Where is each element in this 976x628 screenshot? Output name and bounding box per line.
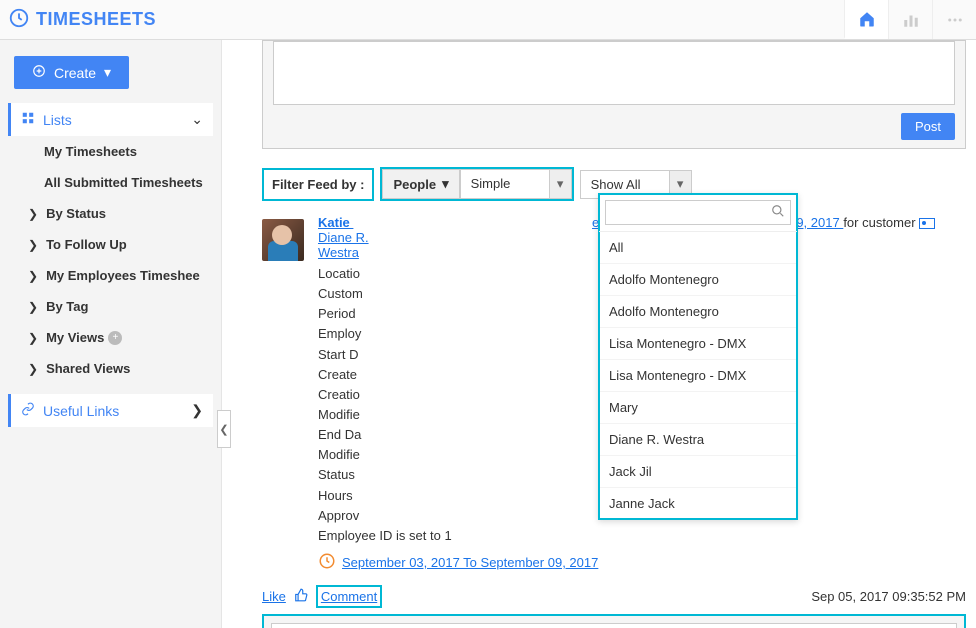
sidebar-item-to-follow-up[interactable]: ❯ To Follow Up bbox=[8, 229, 213, 260]
dropdown-option[interactable]: Lisa Montenegro - DMX bbox=[599, 328, 797, 360]
post-box: Post bbox=[262, 40, 966, 149]
create-label: Create bbox=[54, 65, 96, 81]
chevron-right-icon: ❯ bbox=[28, 300, 38, 314]
sidebar-item-label: To Follow Up bbox=[46, 237, 127, 252]
sidebar-item-my-views[interactable]: ❯ My Views + bbox=[8, 322, 213, 353]
dropdown-search-input[interactable] bbox=[605, 200, 791, 225]
simple-dropdown: Simple ▾ bbox=[460, 169, 572, 199]
simple-dropdown-arrow[interactable]: ▾ bbox=[550, 169, 572, 199]
avatar[interactable] bbox=[262, 219, 304, 261]
chevron-down-icon: ⌄ bbox=[191, 111, 203, 128]
highlight-people-dropdown: People ▾ Simple ▾ bbox=[380, 167, 573, 201]
search-icon[interactable] bbox=[771, 204, 785, 221]
dropdown-search-wrap bbox=[599, 194, 797, 232]
for-customer-text: for customer bbox=[843, 215, 915, 230]
caret-down-icon: ▾ bbox=[442, 176, 449, 192]
sidebar-item-label: Shared Views bbox=[46, 361, 130, 376]
home-icon[interactable] bbox=[844, 0, 888, 39]
chevron-right-icon: ❯ bbox=[28, 331, 38, 345]
chevron-right-icon: ❯ bbox=[28, 238, 38, 252]
post-textarea[interactable] bbox=[273, 41, 955, 105]
sidebar-item-shared-views[interactable]: ❯ Shared Views bbox=[8, 353, 213, 384]
timestamp: Sep 05, 2017 09:35:52 PM bbox=[811, 589, 966, 604]
main: Post Filter Feed by : People ▾ Simple ▾ … bbox=[222, 40, 976, 628]
like-link[interactable]: Like bbox=[262, 589, 286, 604]
detail-row: Employee ID is set to 1 bbox=[318, 526, 966, 546]
comment-input[interactable]: Write a comment bbox=[271, 623, 957, 628]
attachment-link[interactable]: September 03, 2017 To September 09, 2017 bbox=[342, 555, 598, 570]
dropdown-option[interactable]: All bbox=[599, 232, 797, 264]
useful-links-header[interactable]: Useful Links ❯ bbox=[8, 394, 213, 427]
highlight-filter-label: Filter Feed by : bbox=[262, 168, 374, 201]
create-button[interactable]: Create ▾ bbox=[14, 56, 129, 89]
dropdown-option[interactable]: Lisa Montenegro - DMX bbox=[599, 360, 797, 392]
dropdown-option[interactable]: Adolfo Montenegro bbox=[599, 296, 797, 328]
sidebar-item-label: My Timesheets bbox=[44, 144, 137, 159]
chevron-right-icon: ❯ bbox=[28, 362, 38, 376]
chevron-right-icon: ❯ bbox=[191, 402, 203, 419]
dropdown-option[interactable]: Janne Jack bbox=[599, 488, 797, 519]
topbar: TIMESHEETS bbox=[0, 0, 976, 40]
post-button-row: Post bbox=[263, 105, 965, 140]
chevron-right-icon: ❯ bbox=[28, 207, 38, 221]
sidebar-item-label: All Submitted Timesheets bbox=[44, 175, 203, 190]
comment-link[interactable]: Comment bbox=[318, 587, 380, 606]
plus-badge-icon[interactable]: + bbox=[108, 331, 122, 345]
sidebar-item-all-submitted[interactable]: All Submitted Timesheets bbox=[8, 167, 213, 198]
highlight-comment: Comment bbox=[316, 585, 382, 608]
author-link[interactable]: Katie bbox=[318, 215, 353, 230]
people-label: People bbox=[393, 177, 436, 192]
sidebar-item-label: By Tag bbox=[46, 299, 88, 314]
sidebar-item-label: By Status bbox=[46, 206, 106, 221]
people-dropdown-panel: All Adolfo Montenegro Adolfo Montenegro … bbox=[598, 193, 798, 520]
useful-links-label: Useful Links bbox=[43, 403, 119, 419]
sidebar-item-my-timesheets[interactable]: My Timesheets bbox=[8, 136, 213, 167]
dropdown-option[interactable]: Diane R. Westra bbox=[599, 424, 797, 456]
post-button[interactable]: Post bbox=[901, 113, 955, 140]
sidebar-item-by-tag[interactable]: ❯ By Tag bbox=[8, 291, 213, 322]
dropdown-option[interactable]: Adolfo Montenegro bbox=[599, 264, 797, 296]
chart-icon[interactable] bbox=[888, 0, 932, 39]
clock-icon bbox=[8, 7, 30, 32]
attachment-row: September 03, 2017 To September 09, 2017 bbox=[318, 552, 966, 573]
filter-label: Filter Feed by : bbox=[264, 170, 372, 199]
sidebar-item-my-employees[interactable]: ❯ My Employees Timeshee bbox=[8, 260, 213, 291]
topbar-right bbox=[844, 0, 976, 39]
more-icon[interactable] bbox=[932, 0, 976, 39]
chevron-right-icon: ❯ bbox=[28, 269, 38, 283]
app-title: TIMESHEETS bbox=[36, 9, 156, 30]
actions-row: Like Comment Sep 05, 2017 09:35:52 PM bbox=[262, 585, 966, 608]
caret-down-icon: ▾ bbox=[104, 64, 111, 81]
sidebar-item-by-status[interactable]: ❯ By Status bbox=[8, 198, 213, 229]
layout: Create ▾ Lists ⌄ My Timesheets All Submi… bbox=[0, 40, 976, 628]
customer-link[interactable]: Diane R. bbox=[318, 230, 369, 245]
simple-label: Simple bbox=[460, 169, 550, 199]
dropdown-option[interactable]: Mary bbox=[599, 392, 797, 424]
topbar-left: TIMESHEETS bbox=[0, 7, 844, 32]
app-logo: TIMESHEETS bbox=[8, 7, 156, 32]
plus-icon bbox=[32, 64, 46, 81]
sidebar-item-label: My Employees Timeshee bbox=[46, 268, 200, 283]
comment-box: Write a comment Press enter to post your… bbox=[262, 614, 966, 628]
grid-icon bbox=[21, 111, 35, 128]
card-icon bbox=[919, 218, 935, 229]
thumbs-up-icon[interactable] bbox=[294, 588, 308, 605]
dropdown-option[interactable]: Jack Jil bbox=[599, 456, 797, 488]
link-icon bbox=[21, 402, 35, 419]
sidebar: Create ▾ Lists ⌄ My Timesheets All Submi… bbox=[0, 40, 222, 628]
lists-label: Lists bbox=[43, 112, 72, 128]
lists-header[interactable]: Lists ⌄ bbox=[8, 103, 213, 136]
sidebar-item-label: My Views bbox=[46, 330, 104, 345]
clock-icon bbox=[318, 552, 336, 573]
people-dropdown-button[interactable]: People ▾ bbox=[382, 169, 459, 199]
